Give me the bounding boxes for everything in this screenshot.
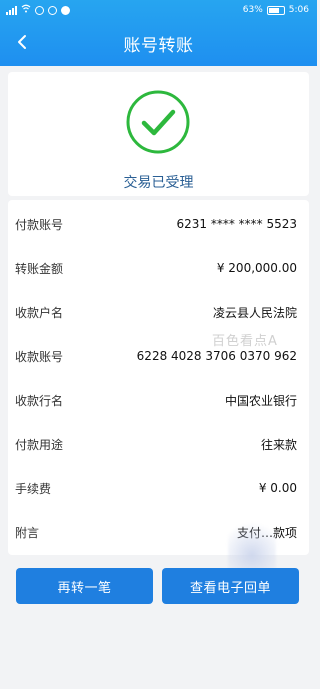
- detail-row: 收款行名 中国农业银行: [8, 380, 309, 420]
- detail-row: 转账金额 ¥ 200,000.00: [8, 248, 309, 288]
- signal-icon: [6, 5, 17, 15]
- battery-percent: 63%: [242, 5, 263, 15]
- clock-time: 5:06: [288, 5, 309, 15]
- status-left: [6, 4, 70, 16]
- detail-label: 付款账号: [15, 217, 64, 232]
- status-bar: 63% 5:06: [0, 0, 317, 20]
- view-e-receipt-button[interactable]: 查看电子回单: [162, 568, 299, 604]
- nfc-icon: [48, 5, 57, 15]
- detail-value: 6228 4028 3706 0370 962: [136, 349, 297, 363]
- detail-label: 转账金额: [15, 261, 64, 276]
- detail-row: 付款账号 6231 **** **** 5523: [8, 204, 309, 244]
- detail-value: 凌云县人民法院: [212, 305, 297, 320]
- detail-value: ¥ 200,000.00: [216, 261, 297, 275]
- header-bar: 63% 5:06 账号转账: [0, 0, 317, 66]
- detail-label: 付款用途: [15, 437, 64, 452]
- detail-label: 收款户名: [15, 305, 64, 320]
- battery-icon: [266, 5, 285, 15]
- success-check-icon: [126, 90, 190, 154]
- app-notification-icon: [61, 5, 70, 15]
- detail-row: 手续费 ¥ 0.00: [8, 468, 309, 508]
- detail-row: 收款户名 凌云县人民法院: [8, 292, 309, 332]
- watermark-text: 百色看点A: [212, 334, 278, 349]
- wifi-icon: [21, 4, 31, 16]
- detail-row: 付款用途 往来款: [8, 424, 309, 464]
- detail-value: 中国农业银行: [224, 393, 297, 408]
- transfer-again-button[interactable]: 再转一笔: [16, 568, 153, 604]
- back-button[interactable]: [12, 32, 32, 52]
- detail-label: 手续费: [15, 481, 52, 496]
- transfer-details-card: 付款账号 6231 **** **** 5523 转账金额 ¥ 200,000.…: [8, 200, 309, 555]
- detail-value: 6231 **** **** 5523: [176, 217, 297, 231]
- detail-label: 收款账号: [15, 349, 64, 364]
- chevron-left-icon: [18, 35, 26, 49]
- page-title: 账号转账: [123, 35, 194, 56]
- status-right: 63% 5:06: [243, 5, 309, 15]
- detail-label: 收款行名: [15, 393, 64, 408]
- result-card: 交易已受理: [8, 72, 309, 196]
- detail-label: 附言: [15, 525, 40, 540]
- detail-value: ¥ 0.00: [258, 481, 297, 495]
- notification-icon: [35, 5, 44, 15]
- navigation-bar: 账号转账: [0, 20, 317, 66]
- detail-value: 往来款: [260, 437, 297, 452]
- result-status-text: 交易已受理: [123, 175, 194, 191]
